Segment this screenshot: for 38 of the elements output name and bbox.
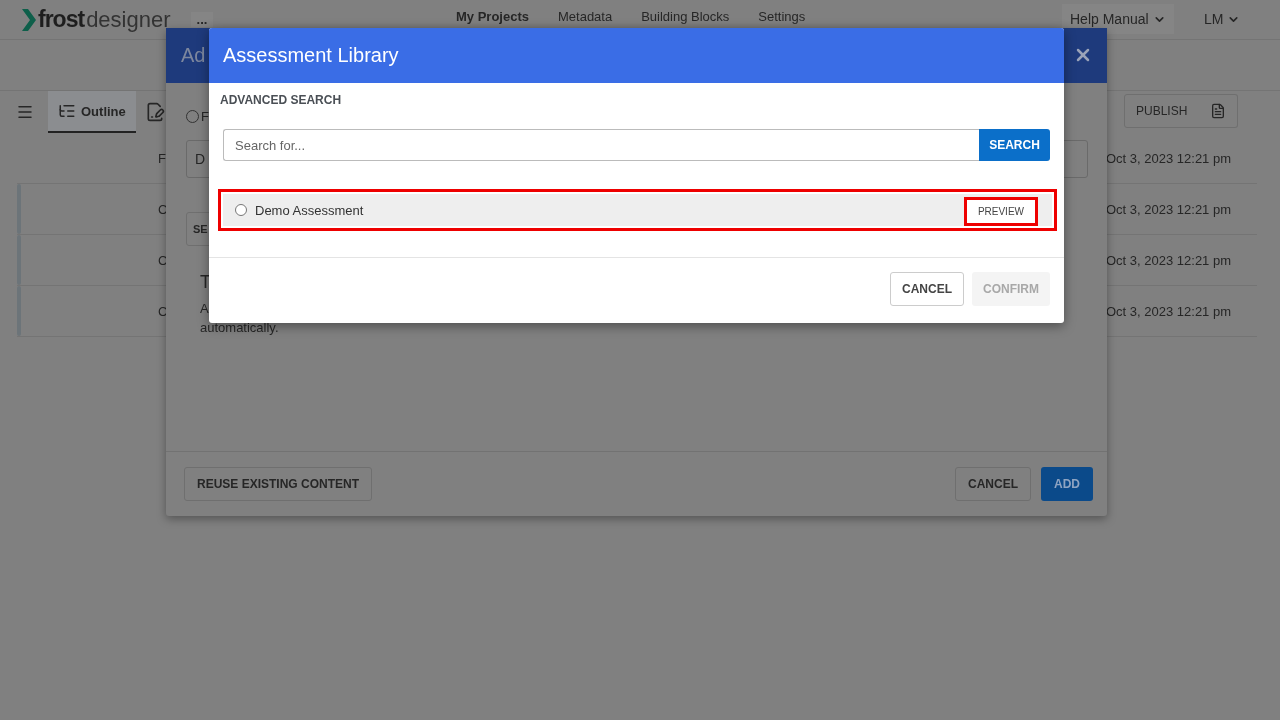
search-button[interactable]: SEARCH (979, 129, 1050, 161)
description-text: A automatically. (200, 300, 279, 337)
document-button[interactable] (1198, 94, 1238, 128)
nav-link[interactable]: Metadata (558, 9, 613, 24)
search-field[interactable]: Search for... (223, 129, 979, 161)
row-date: Oct 3, 2023 12:21 pm (1106, 150, 1232, 166)
more-button[interactable]: ... (190, 12, 214, 27)
row-title: C (158, 303, 168, 319)
dialog-title: Assessment Library (223, 44, 399, 67)
row-date: Oct 3, 2023 12:21 pm (1106, 303, 1232, 319)
tree-icon (58, 102, 76, 120)
publish-button[interactable]: PUBLISH (1124, 94, 1200, 128)
row-date: Oct 3, 2023 12:21 pm (1106, 252, 1232, 268)
cancel-button[interactable]: CANCEL (955, 467, 1031, 501)
result-name: Demo Assessment (255, 202, 364, 218)
preview-button[interactable]: PREVIEW (963, 197, 1038, 226)
row-date: Oct 3, 2023 12:21 pm (1106, 201, 1232, 217)
help-menu[interactable]: Help Manual (1062, 4, 1174, 34)
logo-text: designer (86, 6, 171, 33)
radio-button[interactable] (235, 204, 247, 216)
row-title: C (158, 252, 168, 268)
radio-option[interactable]: F (186, 109, 209, 124)
section-label: ADVANCED SEARCH (220, 93, 343, 107)
nav-link[interactable]: My Projects (456, 9, 529, 24)
logo-icon (22, 8, 36, 31)
row-title: C (158, 201, 168, 217)
dialog-title: Ad (181, 44, 206, 67)
reuse-button[interactable]: REUSE EXISTING CONTENT (184, 467, 373, 501)
add-button[interactable]: ADD (1041, 467, 1093, 501)
result-row[interactable]: Demo Assessment PREVIEW (223, 194, 1052, 226)
cancel-button[interactable]: CANCEL (890, 272, 964, 306)
nav-link[interactable]: Building Blocks (641, 9, 730, 24)
outline-tab[interactable]: Outline (48, 91, 136, 133)
nav-link[interactable]: Settings (758, 9, 806, 24)
document-icon (1209, 103, 1226, 119)
logo-text: frost (38, 6, 85, 33)
row-title: F (158, 150, 166, 166)
user-menu[interactable]: LM (1198, 4, 1247, 34)
